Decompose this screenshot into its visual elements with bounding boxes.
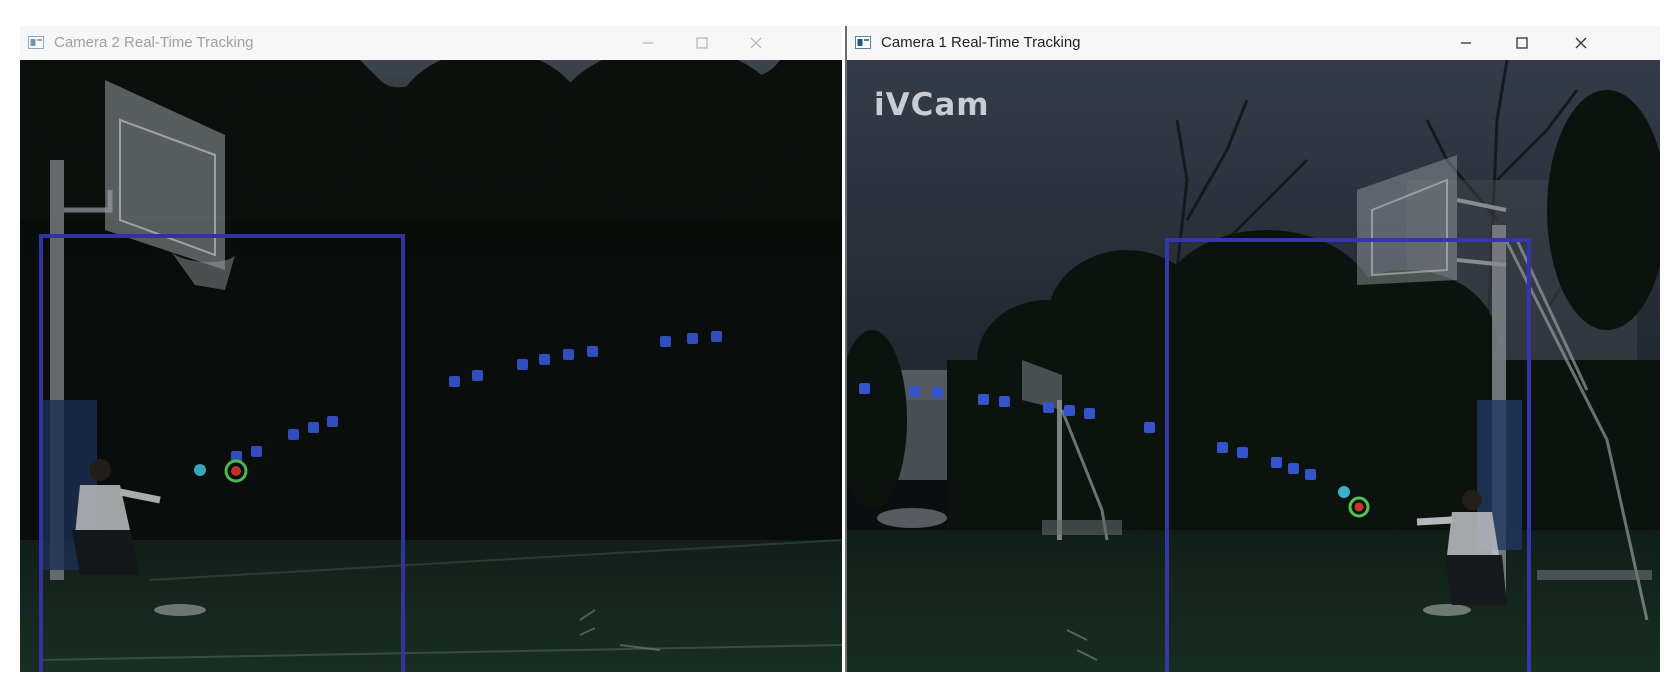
minimize-icon (1461, 42, 1471, 44)
camera-1-window-title: Camera 1 Real-Time Tracking (881, 34, 1081, 51)
ivcam-watermark: iVCam (874, 87, 990, 123)
window-app-icon (28, 36, 44, 49)
minimize-button[interactable] (626, 26, 670, 60)
camera-2-scene (20, 60, 842, 672)
camera-2-title-bar[interactable]: Camera 2 Real-Time Tracking (20, 26, 842, 60)
camera-1-title-bar[interactable]: Camera 1 Real-Time Tracking (847, 26, 1660, 60)
camera-2-window[interactable]: Camera 2 Real-Time Tracking (20, 26, 842, 672)
camera-2-video-feed (20, 60, 842, 672)
camera-1-scene (847, 60, 1660, 672)
camera-1-window[interactable]: Camera 1 Real-Time Tracking iVCam (845, 26, 1660, 672)
maximize-icon (1516, 37, 1528, 49)
minimize-icon (643, 42, 653, 44)
camera-1-video-feed: iVCam (847, 60, 1660, 672)
maximize-button[interactable] (1500, 26, 1544, 60)
close-button[interactable] (734, 26, 778, 60)
close-icon (1575, 37, 1587, 49)
camera-2-window-title: Camera 2 Real-Time Tracking (54, 34, 254, 51)
maximize-button[interactable] (680, 26, 724, 60)
window-app-icon (855, 36, 871, 49)
close-button[interactable] (1559, 26, 1603, 60)
close-icon (750, 37, 762, 49)
minimize-button[interactable] (1444, 26, 1488, 60)
maximize-icon (696, 37, 708, 49)
